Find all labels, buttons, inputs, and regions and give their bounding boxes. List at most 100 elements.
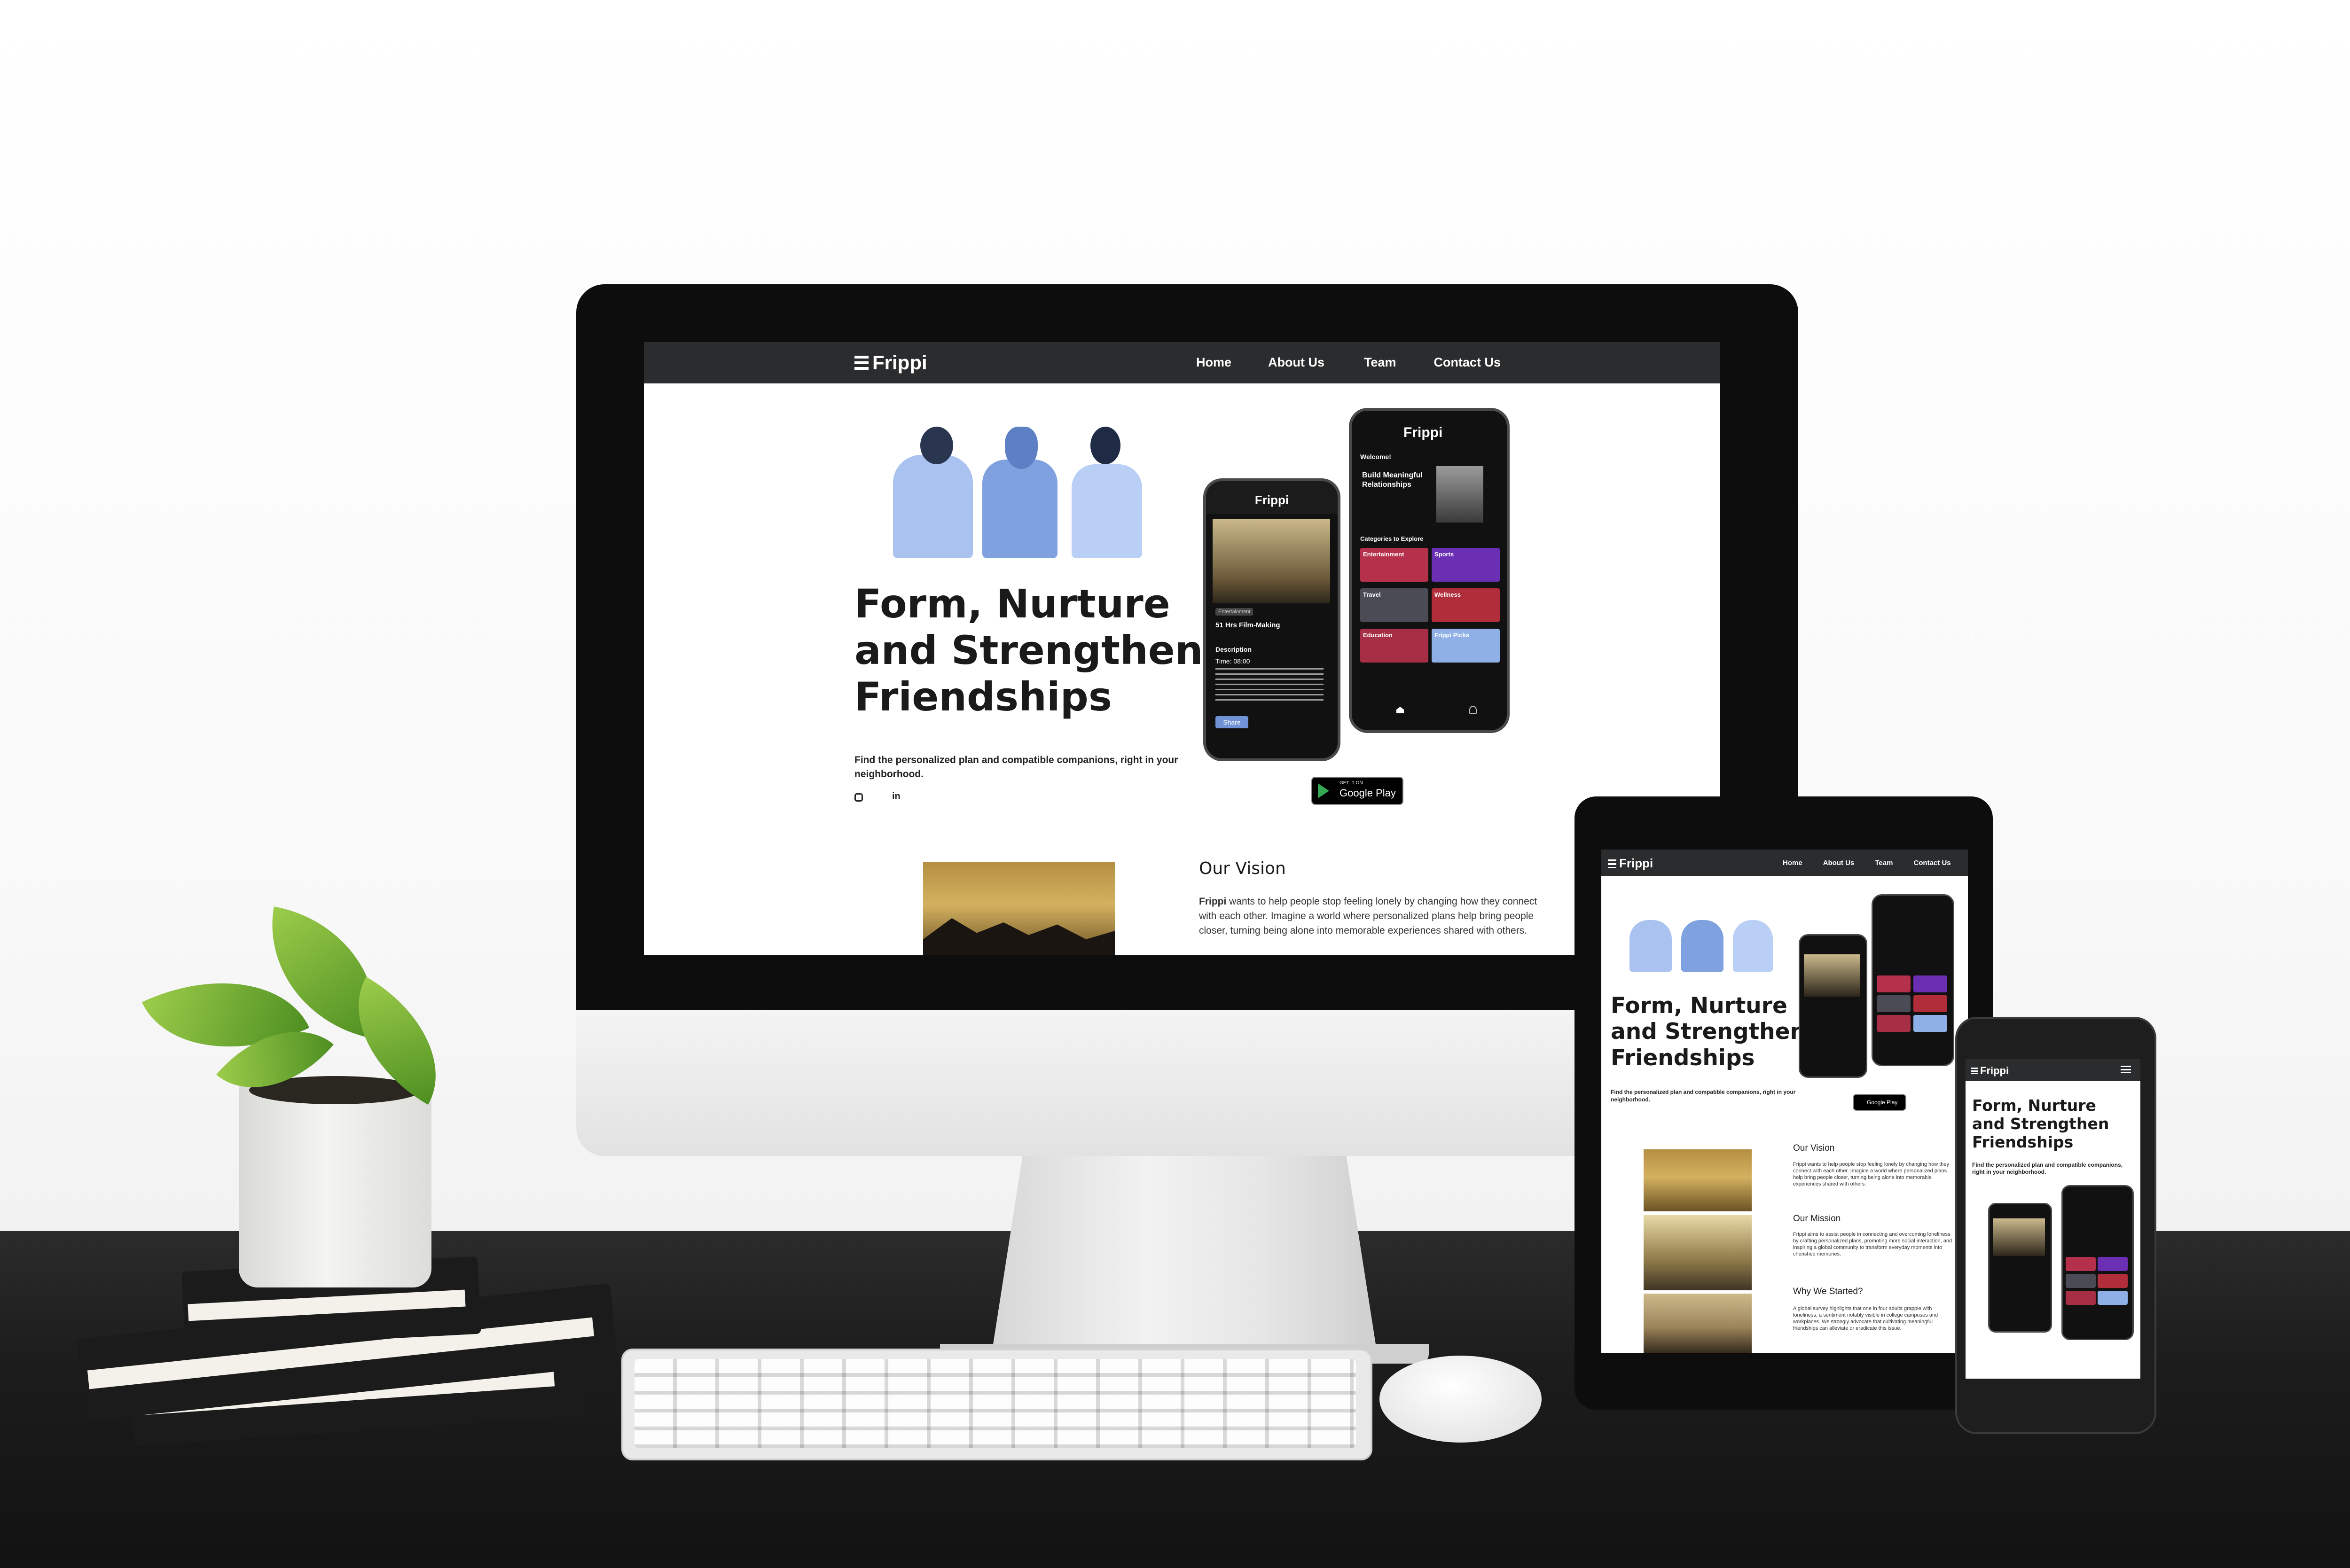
tablet-logo-text: Frippi xyxy=(1619,856,1653,870)
nav-home[interactable]: Home xyxy=(1196,355,1231,370)
tablet-vision-heading: Our Vision xyxy=(1793,1143,1835,1153)
instagram-icon[interactable] xyxy=(854,793,863,802)
home-phone-brand: Frippi xyxy=(1403,425,1443,440)
mouse xyxy=(1379,1356,1542,1443)
tablet-app-phone-event xyxy=(1799,934,1867,1078)
tablet-hero-title: Form, Nurture and Strengthen Friendships xyxy=(1611,993,1806,1071)
category-tile xyxy=(1913,975,1947,992)
home-categories-title: Categories to Explore xyxy=(1360,535,1424,542)
tablet-why-text: A global survey highlights that one in f… xyxy=(1793,1306,1938,1331)
tablet-navbar: Frippi Home About Us Team Contact Us xyxy=(1601,850,1968,876)
category-tile-sports[interactable]: Sports xyxy=(1432,548,1500,582)
vision-brand-word: Frippi xyxy=(1199,896,1227,907)
hero-title-line: Form, Nurture xyxy=(854,581,1170,627)
google-play-big-text: Google Play xyxy=(1340,787,1396,799)
phone-logo-text: Frippi xyxy=(1980,1065,2009,1077)
vision-photo xyxy=(923,862,1115,955)
hero-title-line: Friendships xyxy=(1972,1132,2074,1151)
site-navbar: Frippi Home About Us Team Contact Us xyxy=(644,342,1720,383)
category-tile-education[interactable]: Education xyxy=(1360,629,1428,663)
phone-screen: Frippi Form, Nurture and Strengthen Frie… xyxy=(1966,1059,2140,1379)
phone-hero-subtitle: Find the personalized plan and compatibl… xyxy=(1972,1162,2123,1175)
category-tile-wellness[interactable]: Wellness xyxy=(1432,588,1500,622)
event-time: Time: 08:00 xyxy=(1215,657,1250,665)
nav-about-us[interactable]: About Us xyxy=(1268,355,1324,370)
category-tile xyxy=(2098,1291,2128,1305)
app-phone-event: Frippi Entertainment 51 Hrs Film-Making … xyxy=(1203,478,1340,761)
hero-title-line: Form, Nurture xyxy=(1972,1096,2096,1115)
app-phone-home: Frippi Welcome! Build Meaningful Relatio… xyxy=(1349,408,1510,733)
hero-title-line: and Strengthen xyxy=(1611,1019,1806,1045)
tablet-why-heading: Why We Started? xyxy=(1793,1287,1863,1296)
tablet-nav-contact-us[interactable]: Contact Us xyxy=(1913,859,1950,867)
event-description-label: Description xyxy=(1215,646,1252,653)
profile-tab-icon[interactable] xyxy=(1469,706,1477,714)
home-welcome: Welcome! xyxy=(1360,453,1391,460)
home-banner-text: Build Meaningful Relationships xyxy=(1362,471,1423,489)
tablet-mission-photo xyxy=(1644,1215,1752,1290)
tablet-google-play-text: Google Play xyxy=(1867,1099,1898,1106)
person-right-figure xyxy=(1072,464,1142,558)
tablet-why-photo xyxy=(1644,1294,1752,1353)
category-tile-entertainment[interactable]: Entertainment xyxy=(1360,548,1428,582)
hero-subtitle: Find the personalized plan and compatibl… xyxy=(854,755,1178,780)
hero-title-line: and Strengthen xyxy=(1972,1114,2109,1133)
nav-contact-us[interactable]: Contact Us xyxy=(1434,355,1501,370)
friends-illustration xyxy=(888,427,1152,563)
home-banner-photo xyxy=(1436,466,1483,523)
climbers-silhouette xyxy=(923,918,1115,955)
tablet-nav-about-us[interactable]: About Us xyxy=(1823,859,1855,867)
logo-icon xyxy=(1971,1068,1978,1074)
hero-title-line: and Strengthen xyxy=(854,627,1203,674)
nav-team[interactable]: Team xyxy=(1364,355,1396,370)
event-tag: Entertainment xyxy=(1215,608,1253,616)
keyboard-keys xyxy=(634,1359,1356,1448)
hero-title-line: Friendships xyxy=(1611,1045,1755,1071)
site-logo[interactable]: Frippi xyxy=(854,351,927,374)
linkedin-icon[interactable]: in xyxy=(892,791,901,802)
person-figure xyxy=(1629,920,1672,972)
logo-text: Frippi xyxy=(872,351,927,374)
logo-icon xyxy=(1608,859,1616,868)
nav-links: Home About Us Team Contact Us xyxy=(1196,355,1501,370)
vision-body: wants to help people stop feeling lonely… xyxy=(1199,896,1537,936)
hamburger-menu-icon[interactable] xyxy=(2121,1066,2131,1073)
category-tile xyxy=(2066,1257,2096,1271)
tablet-nav-links: Home About Us Team Contact Us xyxy=(1783,859,1951,867)
tablet-app-phone-home xyxy=(1872,894,1954,1066)
tablet-vision-photo xyxy=(1644,1149,1752,1211)
event-share-button[interactable]: Share xyxy=(1215,716,1248,728)
category-tile-travel[interactable]: Travel xyxy=(1360,588,1428,622)
person-figure xyxy=(1733,920,1773,972)
tablet-mission-heading: Our Mission xyxy=(1793,1214,1841,1224)
tablet-logo[interactable]: Frippi xyxy=(1608,856,1653,871)
event-phone-brand: Frippi xyxy=(1254,493,1289,507)
tablet-friends-illustration xyxy=(1629,901,1775,972)
person-left-figure xyxy=(893,455,973,558)
tablet-google-play-badge[interactable]: Google Play xyxy=(1853,1094,1906,1111)
person-middle-figure xyxy=(982,460,1058,558)
event-phone-header: Frippi xyxy=(1206,481,1338,514)
category-tile xyxy=(2066,1291,2096,1305)
category-tile-frippi-picks[interactable]: Frippi Picks xyxy=(1432,629,1500,663)
category-tile xyxy=(1877,1015,1911,1032)
tablet-nav-home[interactable]: Home xyxy=(1783,859,1802,867)
vision-text: Frippi wants to help people stop feeling… xyxy=(1199,894,1556,938)
monitor-stand xyxy=(992,1156,1377,1353)
tablet-nav-team[interactable]: Team xyxy=(1875,859,1893,867)
phone-app-home xyxy=(2061,1185,2134,1340)
google-play-badge[interactable]: GET IT ON Google Play xyxy=(1311,777,1403,805)
person-left-head xyxy=(920,427,953,464)
person-figure xyxy=(1681,920,1723,972)
hero-title-line: Friendships xyxy=(854,674,1112,720)
logo-icon xyxy=(854,356,869,370)
phone-logo[interactable]: Frippi xyxy=(1971,1065,2009,1077)
event-description-lines xyxy=(1215,668,1324,701)
category-tile xyxy=(2098,1257,2128,1271)
phone-app-event xyxy=(1988,1203,2052,1333)
hero-title: Form, Nurture and Strengthen Friendships xyxy=(854,581,1203,720)
tablet-event-photo xyxy=(1804,954,1860,997)
person-middle-head xyxy=(1005,427,1038,469)
home-tab-icon[interactable] xyxy=(1396,707,1404,713)
tablet-mission-text: Frippi aims to assist people in connecti… xyxy=(1793,1232,1952,1257)
